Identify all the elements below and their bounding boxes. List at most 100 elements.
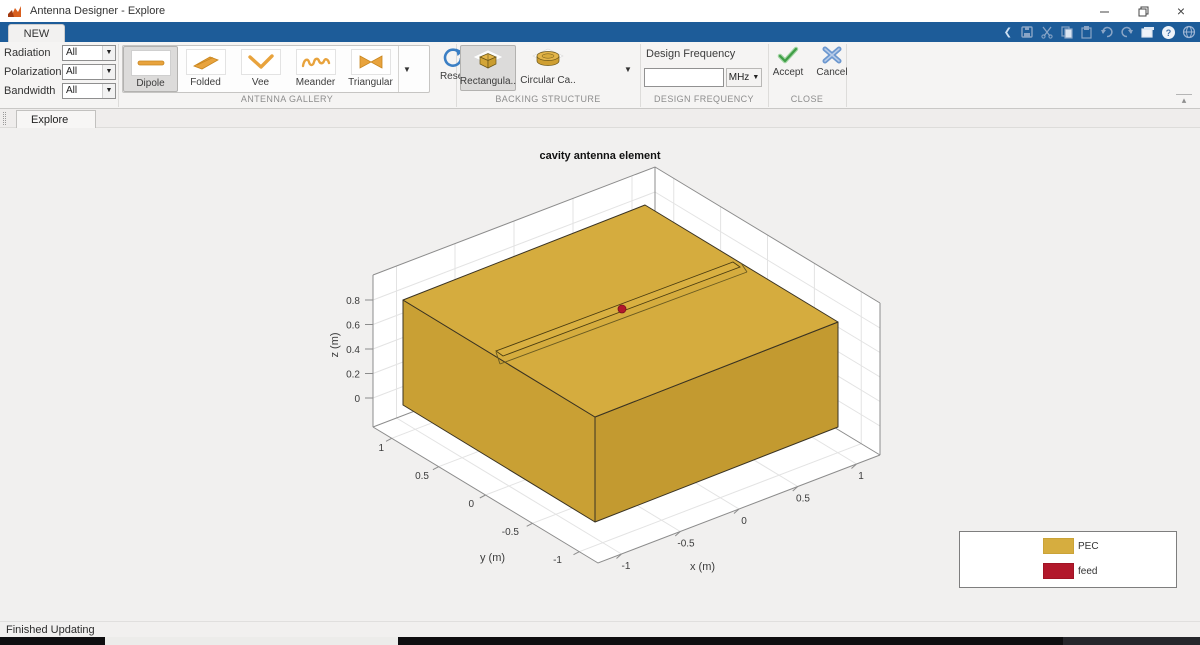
- antenna-gallery-section-label: ANTENNA GALLERY: [118, 94, 456, 107]
- svg-text:0.2: 0.2: [346, 370, 360, 381]
- svg-text:0: 0: [354, 394, 360, 405]
- radiation-select[interactable]: All ▼: [62, 45, 116, 61]
- cancel-button[interactable]: Cancel: [814, 46, 850, 78]
- chevron-left-icon[interactable]: ❮: [1004, 27, 1012, 38]
- radiation-value: All: [66, 47, 77, 58]
- design-frequency-section: Design Frequency MHz▼: [644, 45, 766, 87]
- status-bar: Finished Updating: [0, 621, 1200, 637]
- gallery-item-dipole[interactable]: Dipole: [123, 46, 178, 92]
- minimize-button[interactable]: [1086, 0, 1124, 22]
- chevron-down-icon: ▼: [102, 65, 115, 79]
- polarization-value: All: [66, 66, 77, 77]
- rectangular-cavity-icon: [466, 48, 510, 76]
- legend-label: PEC: [1078, 541, 1099, 552]
- copy-icon[interactable]: [1060, 25, 1074, 39]
- backing-item-label: Rectangula..: [460, 76, 516, 87]
- svg-text:?: ?: [1166, 28, 1172, 38]
- gallery-item-vee[interactable]: Vee: [233, 46, 288, 92]
- gallery-dropdown-button[interactable]: ▼: [398, 46, 415, 92]
- backing-item-circular[interactable]: Circular Ca..: [520, 45, 576, 91]
- collapse-ribbon-icon[interactable]: ▴: [1176, 94, 1192, 106]
- redo-icon[interactable]: [1120, 25, 1134, 39]
- circular-cavity-icon: [526, 47, 570, 75]
- restore-button[interactable]: [1124, 0, 1162, 22]
- gallery-item-triangular[interactable]: Triangular: [343, 46, 398, 92]
- svg-text:0.4: 0.4: [346, 345, 360, 356]
- svg-text:-1: -1: [622, 561, 631, 572]
- polarization-select[interactable]: All ▼: [62, 64, 116, 80]
- feed-color-swatch: [1043, 563, 1074, 579]
- x-axis-label: x (m): [690, 561, 715, 573]
- gallery-item-label: Folded: [190, 77, 221, 88]
- svg-text:-1: -1: [553, 555, 562, 566]
- accept-label: Accept: [773, 67, 804, 78]
- paste-icon[interactable]: [1080, 25, 1094, 39]
- ribbon-tab-strip: NEW ❮ ?: [0, 22, 1200, 42]
- gallery-item-label: Meander: [296, 77, 335, 88]
- svg-text:0.5: 0.5: [796, 494, 810, 505]
- drag-grip[interactable]: [3, 112, 6, 125]
- ribbon-toolstrip: Radiation All ▼ Polarization All ▼ Bandwid…: [0, 42, 1200, 109]
- meander-icon: [296, 49, 336, 75]
- taskbar-edge: [0, 637, 1200, 645]
- backing-dropdown-button[interactable]: ▼: [620, 47, 636, 91]
- feed-point: [618, 305, 626, 313]
- close-window-button[interactable]: ×: [1162, 0, 1200, 22]
- svg-text:-0.5: -0.5: [502, 527, 520, 538]
- design-frequency-input[interactable]: [644, 68, 724, 87]
- gallery-item-label: Dipole: [136, 78, 164, 89]
- bandwidth-value: All: [66, 85, 77, 96]
- radiation-label: Radiation: [4, 47, 62, 59]
- chevron-down-icon: ▼: [102, 84, 115, 98]
- z-axis-label: z (m): [329, 332, 341, 357]
- y-axis-label: y (m): [480, 552, 505, 564]
- svg-text:-0.5: -0.5: [677, 539, 695, 550]
- title-bar: Antenna Designer - Explore ×: [0, 0, 1200, 22]
- design-frequency-label: Design Frequency: [646, 48, 766, 60]
- chevron-down-icon: ▼: [102, 46, 115, 60]
- bandwidth-select[interactable]: All ▼: [62, 83, 116, 99]
- cancel-x-icon: [822, 46, 842, 64]
- gallery-item-label: Triangular: [348, 77, 393, 88]
- bandwidth-label: Bandwidth: [4, 85, 62, 97]
- filter-section: Radiation All ▼ Polarization All ▼ Bandwid…: [4, 44, 116, 101]
- svg-text:0.5: 0.5: [415, 471, 429, 482]
- backing-structure-section-label: BACKING STRUCTURE: [456, 94, 640, 107]
- svg-text:0.8: 0.8: [346, 296, 360, 307]
- gallery-item-meander[interactable]: Meander: [288, 46, 343, 92]
- close-section-label: CLOSE: [768, 94, 846, 107]
- gallery-item-folded[interactable]: Folded: [178, 46, 233, 92]
- folded-dipole-icon: [186, 49, 226, 75]
- legend-item-feed: feed: [960, 560, 1176, 582]
- backing-structure-section: Rectangula.. Circular Ca..: [460, 45, 638, 93]
- cut-icon[interactable]: [1040, 25, 1054, 39]
- backing-item-label: Circular Ca..: [520, 75, 576, 86]
- close-section: Accept Cancel: [770, 46, 850, 78]
- plot-legend[interactable]: PEC feed: [959, 531, 1177, 588]
- tab-new[interactable]: NEW: [8, 24, 65, 42]
- legend-label: feed: [1078, 566, 1097, 577]
- community-icon[interactable]: [1182, 25, 1196, 39]
- vee-icon: [241, 49, 281, 75]
- windows-icon[interactable]: [1140, 25, 1155, 39]
- quick-access-toolbar: ❮ ?: [1004, 23, 1196, 41]
- taskbar-segment: [1063, 637, 1200, 645]
- svg-text:1: 1: [858, 471, 864, 482]
- document-tab-bar: Explore: [0, 109, 1200, 128]
- frequency-unit-value: MHz: [729, 72, 750, 83]
- backing-item-rectangular[interactable]: Rectangula..: [460, 45, 516, 91]
- help-icon[interactable]: ?: [1161, 25, 1176, 40]
- status-text: Finished Updating: [6, 624, 95, 636]
- svg-text:0: 0: [741, 516, 747, 527]
- gallery-item-label: Vee: [252, 77, 269, 88]
- accept-button[interactable]: Accept: [770, 46, 806, 78]
- save-icon[interactable]: [1020, 25, 1034, 39]
- polarization-label: Polarization: [4, 66, 62, 78]
- design-frequency-section-label: DESIGN FREQUENCY: [640, 94, 768, 107]
- matlab-logo-icon: [8, 5, 23, 18]
- tab-explore[interactable]: Explore: [16, 110, 96, 128]
- frequency-unit-select[interactable]: MHz▼: [726, 68, 762, 87]
- undo-icon[interactable]: [1100, 25, 1114, 39]
- triangular-bowtie-icon: [351, 49, 391, 75]
- cancel-label: Cancel: [816, 67, 847, 78]
